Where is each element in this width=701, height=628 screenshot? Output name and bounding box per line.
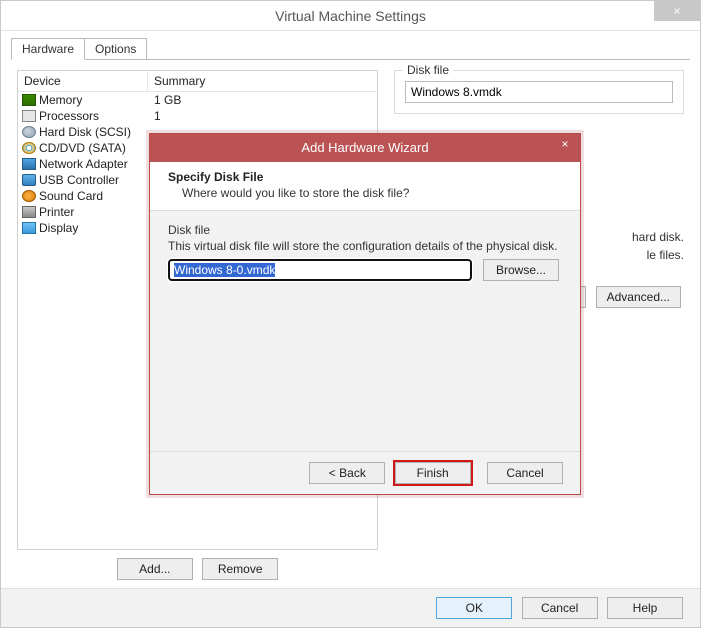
- disk-file-field[interactable]: [405, 81, 673, 103]
- dialog-button-bar: OK Cancel Help: [1, 588, 700, 627]
- wizard-titlebar[interactable]: Add Hardware Wizard ×: [150, 134, 580, 162]
- disk-file-input[interactable]: [168, 259, 472, 281]
- sound-icon: [22, 190, 36, 202]
- window-close-button[interactable]: ×: [654, 1, 700, 21]
- device-name: Memory: [39, 93, 82, 107]
- tab-options[interactable]: Options: [84, 38, 147, 60]
- device-name: Display: [39, 221, 78, 235]
- disk-icon: [22, 126, 36, 138]
- advanced-button[interactable]: Advanced...: [596, 286, 681, 308]
- wizard-body: Disk file This virtual disk file will st…: [150, 211, 580, 451]
- text-fragment: le files.: [647, 248, 684, 262]
- wizard-button-bar: < Back Finish Cancel: [150, 451, 580, 494]
- help-button[interactable]: Help: [607, 597, 683, 619]
- window-title: Virtual Machine Settings: [275, 8, 426, 24]
- browse-button[interactable]: Browse...: [483, 259, 559, 281]
- table-row[interactable]: Memory 1 GB: [18, 92, 377, 108]
- net-icon: [22, 158, 36, 170]
- cpu-icon: [22, 110, 36, 122]
- wizard-header: Specify Disk File Where would you like t…: [150, 162, 580, 211]
- wizard-heading: Specify Disk File: [168, 170, 562, 184]
- ok-button[interactable]: OK: [436, 597, 512, 619]
- printer-icon: [22, 206, 36, 218]
- finish-button[interactable]: Finish: [395, 462, 471, 484]
- device-summary: 1: [148, 109, 377, 123]
- text-fragment: hard disk.: [632, 230, 684, 244]
- device-name: Sound Card: [39, 189, 103, 203]
- add-button[interactable]: Add...: [117, 558, 193, 580]
- disk-file-description: This virtual disk file will store the co…: [168, 239, 562, 253]
- device-name: USB Controller: [39, 173, 119, 187]
- device-summary: 1 GB: [148, 93, 377, 107]
- usb-icon: [22, 174, 36, 186]
- table-row[interactable]: Processors 1: [18, 108, 377, 124]
- device-name: CD/DVD (SATA): [39, 141, 126, 155]
- disk-file-group: Disk file: [394, 70, 684, 114]
- display-icon: [22, 222, 36, 234]
- cd-icon: [22, 142, 36, 154]
- disk-file-legend: Disk file: [403, 63, 453, 77]
- wizard-cancel-button[interactable]: Cancel: [487, 462, 563, 484]
- wizard-close-button[interactable]: ×: [550, 134, 580, 154]
- settings-window: Virtual Machine Settings × Hardware Opti…: [0, 0, 701, 628]
- device-name: Processors: [39, 109, 99, 123]
- wizard-title: Add Hardware Wizard: [301, 140, 428, 155]
- tabstrip: Hardware Options: [1, 31, 700, 59]
- device-name: Network Adapter: [39, 157, 128, 171]
- device-name: Hard Disk (SCSI): [39, 125, 131, 139]
- cancel-button[interactable]: Cancel: [522, 597, 598, 619]
- wizard-subheading: Where would you like to store the disk f…: [168, 184, 562, 200]
- back-button[interactable]: < Back: [309, 462, 385, 484]
- column-header-device[interactable]: Device: [18, 71, 148, 91]
- disk-file-label: Disk file: [168, 223, 562, 237]
- add-hardware-wizard: Add Hardware Wizard × Specify Disk File …: [149, 133, 581, 495]
- memory-icon: [22, 94, 36, 106]
- tab-hardware[interactable]: Hardware: [11, 38, 85, 60]
- remove-button[interactable]: Remove: [202, 558, 278, 580]
- device-name: Printer: [39, 205, 74, 219]
- window-titlebar: Virtual Machine Settings ×: [1, 1, 700, 31]
- column-header-summary[interactable]: Summary: [148, 71, 377, 91]
